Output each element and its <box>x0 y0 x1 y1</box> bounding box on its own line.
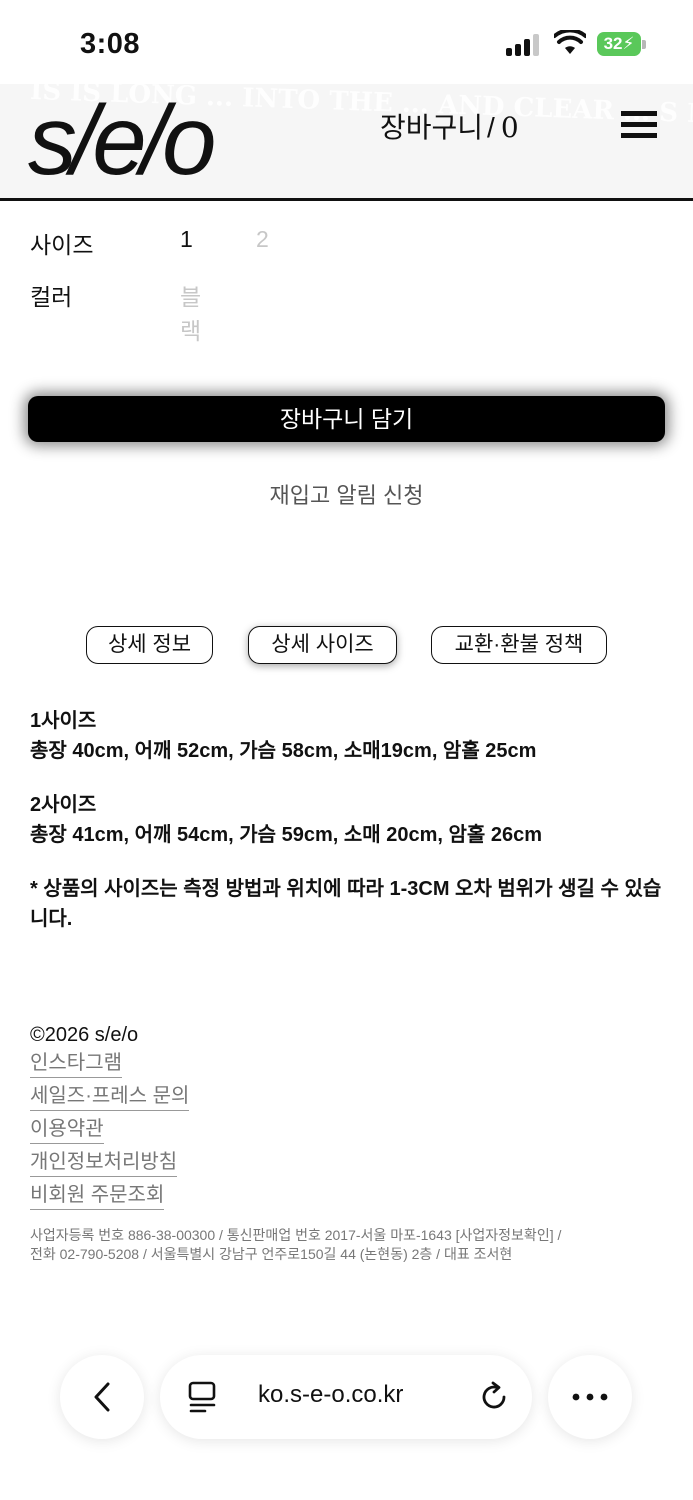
size-2-title: 2사이즈 <box>30 794 97 816</box>
detail-tabs: 상세 정보 상세 사이즈 교환·환불 정책 <box>0 626 693 664</box>
page-menu-icon[interactable] <box>188 1381 218 1413</box>
address-bar[interactable]: ko.s-e-o.co.kr <box>160 1355 532 1439</box>
size-option-1[interactable]: 1 <box>180 226 193 253</box>
footer: ©2026 s/e/o 인스타그램 세일즈·프레스 문의 이용약관 개인정보처리… <box>30 1024 670 1264</box>
status-bar: 3:08 32⚡ <box>0 0 693 84</box>
tab-exchange-refund[interactable]: 교환·환불 정책 <box>431 626 607 664</box>
copyright: ©2026 s/e/o <box>30 1024 139 1046</box>
restock-alert-link: 재입고 알림 신청 <box>0 478 693 510</box>
wifi-icon <box>554 30 586 54</box>
battery-icon: 32⚡ <box>597 32 641 56</box>
reload-icon[interactable] <box>478 1381 510 1413</box>
size-note: * 상품의 사이즈는 측정 방법과 위치에 따라 1-3CM 오차 범위가 생길… <box>30 878 662 930</box>
size-option-2[interactable]: 2 <box>256 226 269 253</box>
footer-link-instagram[interactable]: 인스타그램 <box>30 1049 122 1078</box>
company-info: 사업자등록 번호 886-38-00300 / 통신판매업 번호 2017-서울… <box>30 1226 670 1264</box>
more-icon <box>572 1393 608 1401</box>
hamburger-icon[interactable] <box>621 111 657 139</box>
cart-label: 장바구니 <box>380 112 484 143</box>
back-icon <box>94 1382 110 1412</box>
color-option-black[interactable]: 블랙 <box>180 278 201 346</box>
size-2-measurements: 총장 41cm, 어깨 54cm, 가슴 59cm, 소매 20cm, 암홀 2… <box>30 824 542 846</box>
battery-level: 32 <box>603 34 623 53</box>
company-info-line-2: 전화 02-790-5208 / 서울특별시 강남구 언주로150길 44 (논… <box>30 1246 513 1262</box>
footer-link-guest-order[interactable]: 비회원 주문조회 <box>30 1181 165 1210</box>
browser-toolbar: ko.s-e-o.co.kr <box>0 1340 693 1500</box>
footer-link-terms[interactable]: 이용약관 <box>30 1115 104 1144</box>
cart-separator: / <box>487 112 495 143</box>
restock-alert-button[interactable]: 재입고 알림 신청 <box>270 483 424 508</box>
size-1-title: 1사이즈 <box>30 710 97 732</box>
url-text: ko.s-e-o.co.kr <box>258 1381 404 1408</box>
color-label: 컬러 <box>30 284 73 310</box>
footer-link-privacy[interactable]: 개인정보처리방침 <box>30 1148 178 1177</box>
status-time: 3:08 <box>80 28 141 60</box>
tab-size-details[interactable]: 상세 사이즈 <box>248 626 397 664</box>
cart-link[interactable]: 장바구니 / 0 <box>380 106 519 146</box>
battery-cap <box>642 40 646 49</box>
signal-icon <box>506 34 542 56</box>
company-info-line-1: 사업자등록 번호 886-38-00300 / 통신판매업 번호 2017-서울… <box>30 1227 562 1243</box>
site-header: IS IS LONG ... INTO THE ... AND CLEAR ..… <box>0 84 693 201</box>
back-button[interactable] <box>60 1355 144 1439</box>
size-label: 사이즈 <box>30 232 94 258</box>
size-2-block: 2사이즈 총장 41cm, 어깨 54cm, 가슴 59cm, 소매 20cm,… <box>30 790 670 850</box>
tab-details[interactable]: 상세 정보 <box>86 626 213 664</box>
cart-count: 0 <box>500 111 519 144</box>
more-button[interactable] <box>548 1355 632 1439</box>
size-details: 1사이즈 총장 40cm, 어깨 52cm, 가슴 58cm, 소매19cm, … <box>30 706 670 934</box>
add-to-cart-button[interactable]: 장바구니 담기 <box>28 396 665 442</box>
site-logo[interactable]: s/e/o <box>28 90 216 190</box>
size-1-block: 1사이즈 총장 40cm, 어깨 52cm, 가슴 58cm, 소매19cm, … <box>30 706 670 766</box>
size-1-measurements: 총장 40cm, 어깨 52cm, 가슴 58cm, 소매19cm, 암홀 25… <box>30 740 537 762</box>
footer-link-sales-press[interactable]: 세일즈·프레스 문의 <box>30 1082 190 1111</box>
footer-links: 인스타그램 세일즈·프레스 문의 이용약관 개인정보처리방침 비회원 주문조회 <box>30 1049 670 1214</box>
